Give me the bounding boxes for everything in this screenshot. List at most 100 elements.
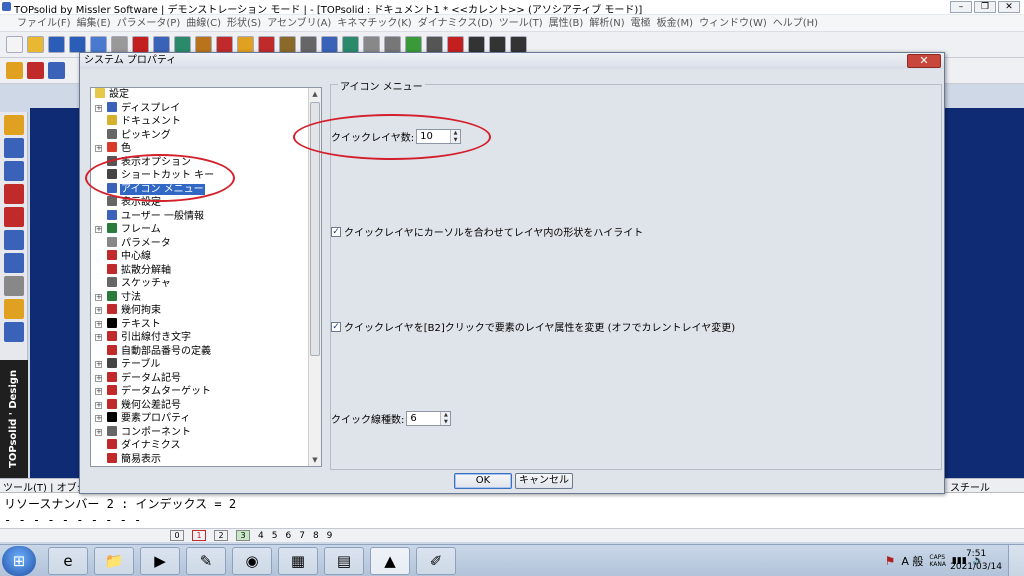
tree-item[interactable]: 設定	[91, 88, 309, 102]
dialog-close-button[interactable]: ✕	[907, 54, 941, 68]
mode-tool-icon[interactable]	[4, 184, 24, 204]
menu-item[interactable]: 板金(M)	[654, 15, 696, 32]
mode-tool-icon[interactable]	[4, 253, 24, 273]
spinner-arrows-icon[interactable]: ▲ ▼	[440, 412, 451, 425]
toolbar-tool-icon[interactable]	[6, 36, 23, 53]
tree-item[interactable]: + 幾何公差記号	[91, 398, 309, 413]
toolbar-tool-icon[interactable]	[258, 36, 275, 53]
expand-icon[interactable]: +	[95, 428, 102, 436]
expand-icon[interactable]: +	[95, 320, 102, 328]
quick-layer-4[interactable]: 4	[258, 531, 264, 541]
close-window-button[interactable]: ✕	[998, 1, 1020, 13]
taskbar-app-button[interactable]: 📁	[94, 547, 134, 575]
mode-tool-icon[interactable]	[4, 161, 24, 181]
toolbar-tool-icon[interactable]	[48, 36, 65, 53]
toolbar-tool-icon[interactable]	[195, 36, 212, 53]
tree-item[interactable]: 簡易表示	[91, 452, 309, 467]
toolbar-tool-icon[interactable]	[300, 36, 317, 53]
expand-icon[interactable]: +	[95, 307, 102, 314]
menu-item[interactable]: ヘルプ(H)	[770, 15, 821, 32]
mode-tool-icon[interactable]	[4, 138, 24, 158]
quick-layer-1[interactable]: 1	[192, 530, 206, 541]
mode-tool-icon[interactable]	[4, 322, 24, 342]
toolbar-tool-icon[interactable]	[384, 36, 401, 53]
menu-item[interactable]: ダイナミクス(D)	[415, 15, 496, 32]
expand-icon[interactable]: +	[95, 145, 102, 152]
expand-icon[interactable]: +	[95, 361, 102, 368]
mode-tool-icon[interactable]	[4, 276, 24, 296]
tree-item[interactable]: + データム記号	[91, 371, 309, 386]
expand-icon[interactable]: +	[95, 226, 102, 233]
quick-layer-2[interactable]: 2	[214, 530, 228, 541]
tree-item[interactable]: + コンポーネント	[91, 425, 309, 440]
highlight-checkbox[interactable]: ✓	[331, 226, 341, 237]
clock[interactable]: 7:51 2021/03/14	[950, 548, 1002, 574]
menu-item[interactable]: 属性(B)	[546, 15, 587, 32]
mode-tool-icon[interactable]	[4, 207, 24, 227]
mode-tool-icon[interactable]	[4, 299, 24, 319]
start-button[interactable]: ⊞	[2, 546, 36, 576]
mode-tool-icon[interactable]	[4, 230, 24, 250]
b2-checkbox[interactable]: ✓	[331, 321, 341, 332]
taskbar-app-button[interactable]: e	[48, 547, 88, 575]
flag-icon[interactable]: ⚑	[885, 554, 896, 568]
toolbar-tool-icon[interactable]	[447, 36, 464, 53]
tree-item[interactable]: + テーブル	[91, 358, 309, 372]
toolbar-tool-icon[interactable]	[489, 36, 506, 53]
menu-item[interactable]: ツール(T)	[496, 15, 546, 32]
menu-item[interactable]: キネマチック(K)	[334, 15, 414, 32]
menu-item[interactable]: パラメータ(P)	[114, 15, 184, 32]
menu-item[interactable]: ファイル(F)	[14, 15, 74, 32]
expand-icon[interactable]: +	[95, 104, 102, 112]
toolbar-tool-icon[interactable]	[111, 36, 128, 53]
tree-item[interactable]: ダイナミクス	[91, 439, 309, 453]
tree-item[interactable]: ピッキング	[91, 128, 309, 143]
toolbar-tool-icon[interactable]	[405, 36, 422, 53]
minimize-button[interactable]: –	[950, 1, 972, 13]
toolbar-tool-icon[interactable]	[27, 36, 44, 53]
show-desktop-button[interactable]	[1008, 545, 1024, 576]
menu-item[interactable]: 曲線(C)	[183, 15, 224, 32]
toolbar-tool-icon[interactable]	[69, 36, 86, 53]
tree-item[interactable]: スケッチャ	[91, 277, 309, 291]
ok-button[interactable]: OK	[454, 473, 512, 489]
toolbar-tool-icon[interactable]	[90, 36, 107, 53]
toolbar-tool-icon[interactable]	[468, 36, 485, 53]
cancel-button[interactable]: キャンセル	[515, 473, 573, 489]
tree-item[interactable]: ドラフト	[91, 466, 309, 467]
menu-item[interactable]: ウィンドウ(W)	[696, 15, 770, 32]
tree-item[interactable]: ドキュメント	[91, 115, 309, 129]
mode-tool-icon[interactable]	[4, 115, 24, 135]
ime-indicator[interactable]: A 般	[901, 553, 923, 569]
toolbar-tool-icon[interactable]	[132, 36, 149, 53]
tree-item[interactable]: 拡散分解軸	[91, 263, 309, 278]
tree-item[interactable]: + 色	[91, 142, 309, 156]
expand-icon[interactable]: +	[95, 401, 102, 409]
tree-item[interactable]: + 幾何拘束	[91, 304, 309, 318]
toolbar-tool-icon[interactable]	[216, 36, 233, 53]
tree-item[interactable]: + データムターゲット	[91, 385, 309, 399]
tree-item[interactable]: + 要素プロパティ	[91, 412, 309, 426]
quick-layer-9[interactable]: 9	[327, 531, 333, 541]
toolbar-tool-icon[interactable]	[279, 36, 296, 53]
tree-item[interactable]: 自動部品番号の定義	[91, 344, 309, 359]
tree-item[interactable]: ユーザー 一般情報	[91, 209, 309, 224]
quick-layer-8[interactable]: 8	[313, 531, 319, 541]
tree-item[interactable]: + ディスプレイ	[91, 101, 309, 116]
toolbar-tool-icon[interactable]	[342, 36, 359, 53]
expand-icon[interactable]: +	[95, 334, 102, 341]
taskbar-app-button[interactable]: ✎	[186, 547, 226, 575]
tree-item[interactable]: パラメータ	[91, 236, 309, 251]
sketch-tool-icon[interactable]	[27, 62, 44, 79]
expand-icon[interactable]: +	[95, 388, 102, 395]
quick-layer-6[interactable]: 6	[285, 531, 291, 541]
taskbar-app-button[interactable]: ▲	[370, 547, 410, 575]
taskbar-app-button[interactable]: ▤	[324, 547, 364, 575]
dialog-title-bar[interactable]: システム プロパティ ✕	[80, 53, 944, 69]
menu-item[interactable]: 形状(S)	[224, 15, 264, 32]
toolbar-tool-icon[interactable]	[510, 36, 527, 53]
toolbar-tool-icon[interactable]	[174, 36, 191, 53]
taskbar-app-button[interactable]: ◉	[232, 547, 272, 575]
tree-item[interactable]: + フレーム	[91, 223, 309, 237]
expand-icon[interactable]: +	[95, 374, 102, 382]
